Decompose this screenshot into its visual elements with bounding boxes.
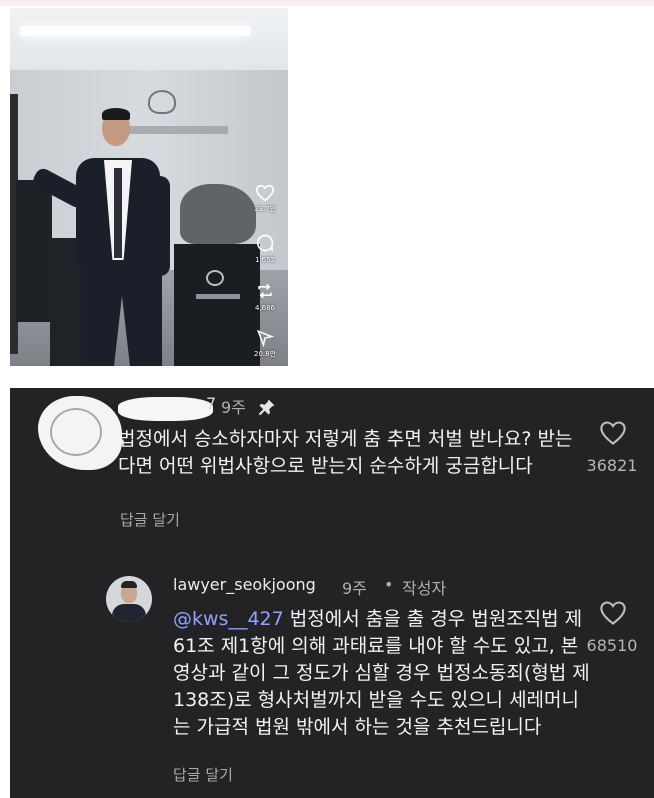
redacted-avatar-scribble [50,408,102,456]
comments-panel: 7 9주 법정에서 승소하자마자 저렇게 춤 추면 처벌 받나요? 받는 다면 … [10,388,654,798]
avatar-suit [112,604,146,622]
comment-like-count: 68510 [586,636,638,655]
top-strip [0,0,654,6]
author-badge: 작성자 [402,579,447,598]
heart-icon[interactable] [599,600,627,626]
pin-icon [258,399,275,416]
comment-text: 법정에서 승소하자마자 저렇게 춤 추면 처벌 받나요? 받는 다면 어떤 위법… [118,428,573,477]
comment-action[interactable]: 1,652 [243,233,287,265]
redacted-username [118,397,213,421]
like-count: 33.7만 [253,205,277,213]
heart-icon[interactable] [599,420,627,446]
comment-username[interactable]: lawyer_seokjoong [173,575,316,594]
avatar-hair [121,581,137,588]
comment-timestamp: 9주 [342,579,367,598]
comment-like-count: 36821 [586,456,638,475]
avatar[interactable] [106,576,152,622]
send-icon [256,329,274,347]
comment-icon [256,234,274,252]
reply-button[interactable]: 답글 달기 [173,764,233,785]
video-ceiling [10,8,288,70]
send-action[interactable]: 20.8만 [243,329,287,359]
comment-count: 1,652 [254,256,276,264]
pedestal-emblem-icon [206,270,224,286]
pedestal-sign [196,294,240,299]
like-action[interactable]: 33.7만 [243,184,287,214]
separator-dot: • [384,575,394,594]
video-monitor [16,180,52,322]
mention-link[interactable]: @kws__427 [173,608,284,630]
reply-button[interactable]: 답글 달기 [120,509,180,530]
comment-username-fragment[interactable]: 7 [206,394,216,413]
person-hair [102,108,130,120]
heart-icon [255,184,275,202]
repost-action[interactable]: 4,686 [243,281,287,313]
video-ceiling-light [20,26,250,36]
person-arm-right [144,176,170,276]
comment-timestamp: 9주 [221,398,246,417]
comment-text: @kws__427 법정에서 춤을 출 경우 법원조직법 제61조 제1항에 의… [173,606,593,741]
repost-count: 4,686 [254,304,276,312]
wall-sign [128,126,228,134]
emblem-icon [148,90,176,114]
send-count: 20.8만 [253,350,277,358]
person-tie [114,168,122,258]
repost-icon [258,283,272,299]
